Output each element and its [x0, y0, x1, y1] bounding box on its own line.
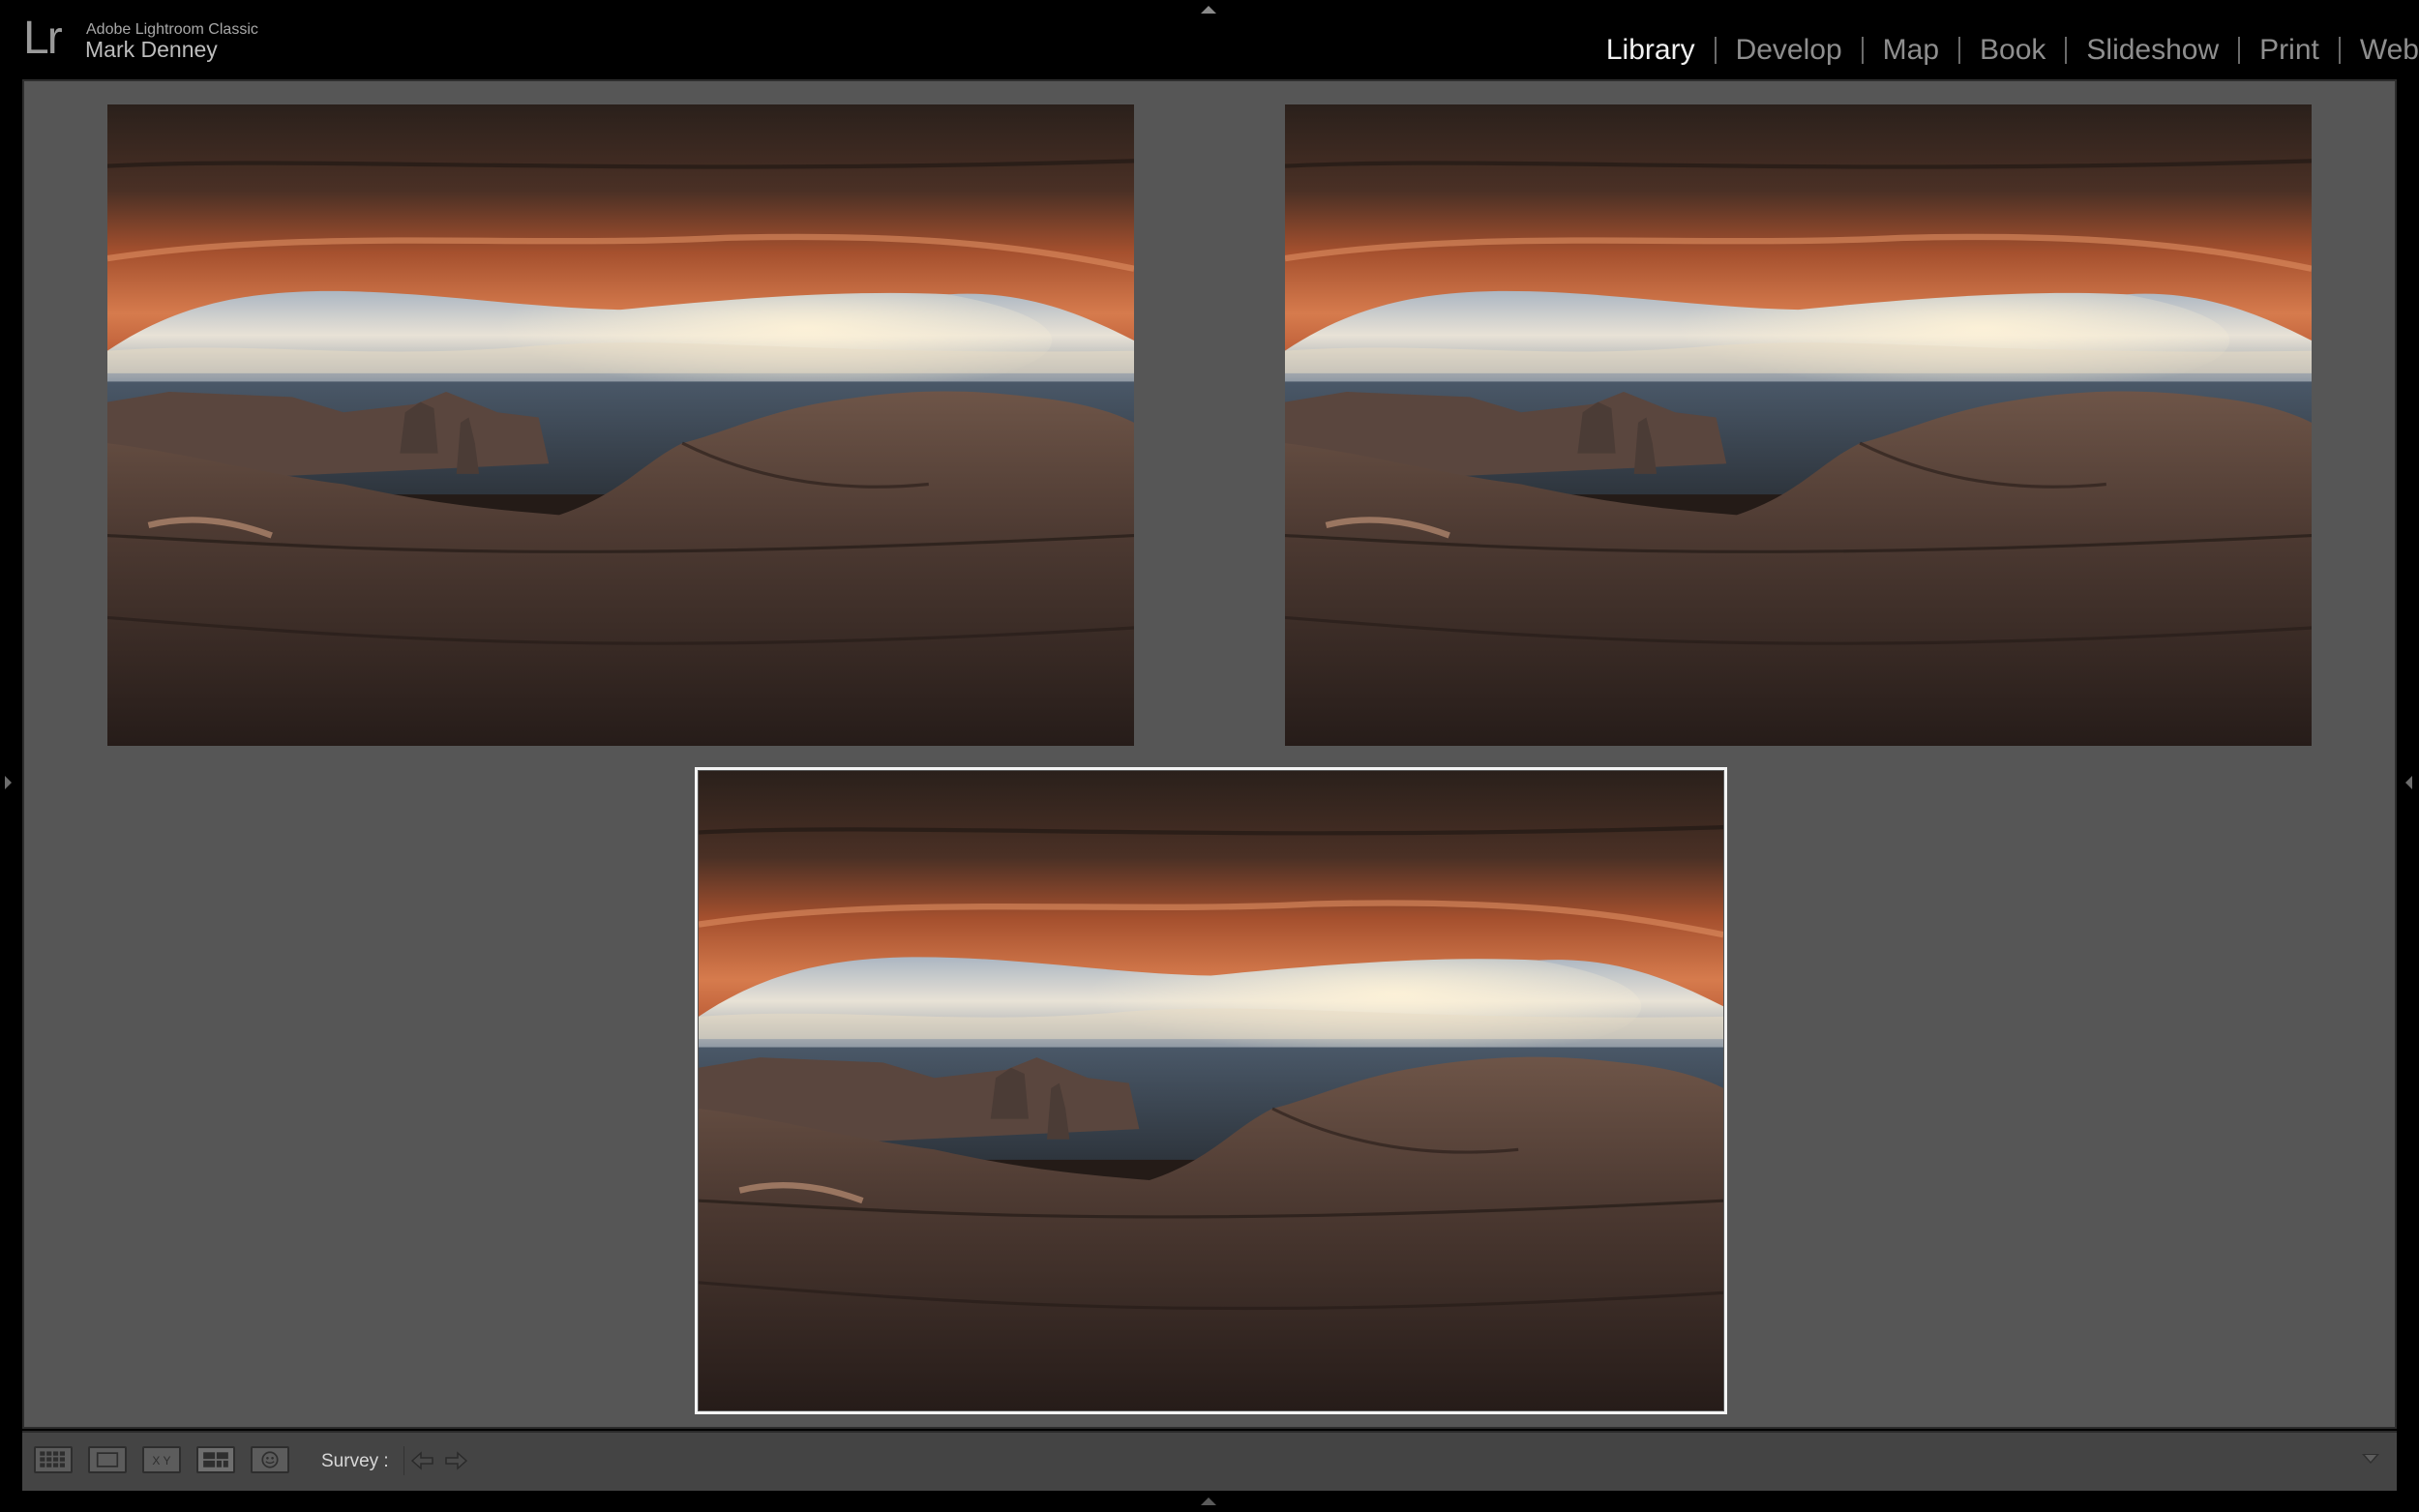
compare-view-text: X Y	[152, 1454, 170, 1468]
survey-mode-label: Survey :	[321, 1451, 389, 1471]
module-separator	[2238, 37, 2241, 64]
toolbar-separator	[403, 1446, 404, 1475]
module-library[interactable]: Library	[1606, 29, 1695, 72]
module-slideshow[interactable]: Slideshow	[2086, 29, 2219, 72]
module-map[interactable]: Map	[1883, 29, 1939, 72]
survey-viewer	[22, 79, 2397, 1429]
module-book[interactable]: Book	[1980, 29, 2046, 72]
lightroom-logo: Lr	[23, 13, 63, 64]
arrow-left-icon[interactable]	[409, 1448, 436, 1473]
identity-plate-user: Mark Denney	[85, 37, 218, 62]
left-panel-collapse-icon[interactable]	[5, 776, 12, 789]
module-picker: Library Develop Map Book Slideshow Print…	[1606, 29, 2419, 72]
toolbar-menu-chevron-down-icon[interactable]	[2362, 1454, 2379, 1464]
photo-image	[699, 771, 1723, 1410]
compare-view-icon[interactable]: X Y	[142, 1446, 181, 1473]
filmstrip-collapse-icon[interactable]	[1201, 1497, 1216, 1505]
top-panel: Lr Adobe Lightroom Classic Mark Denney L…	[0, 0, 2419, 79]
loupe-view-icon[interactable]	[88, 1446, 127, 1473]
right-panel-collapse-icon[interactable]	[2405, 776, 2412, 789]
module-separator	[1958, 37, 1961, 64]
module-print[interactable]: Print	[2259, 29, 2319, 72]
photo-image	[107, 104, 1134, 746]
grid-view-icon[interactable]	[34, 1446, 73, 1473]
module-develop[interactable]: Develop	[1736, 29, 1842, 72]
survey-photo-3-selected[interactable]	[695, 767, 1727, 1414]
arrow-right-icon[interactable]	[442, 1448, 469, 1473]
module-separator	[2338, 37, 2341, 64]
module-web[interactable]: Web	[2360, 29, 2419, 72]
survey-view-icon[interactable]	[196, 1446, 235, 1473]
people-view-icon[interactable]	[251, 1446, 289, 1473]
module-separator	[2065, 37, 2068, 64]
lightroom-window: Lr Adobe Lightroom Classic Mark Denney L…	[0, 0, 2419, 1512]
survey-photo-1[interactable]	[107, 104, 1134, 746]
module-separator	[1861, 37, 1864, 64]
photo-image	[1285, 104, 2312, 746]
library-toolbar: X Y Survey :	[22, 1431, 2397, 1491]
module-separator	[1714, 37, 1717, 64]
top-panel-collapse-icon[interactable]	[1201, 6, 1216, 14]
survey-photo-2[interactable]	[1285, 104, 2312, 746]
